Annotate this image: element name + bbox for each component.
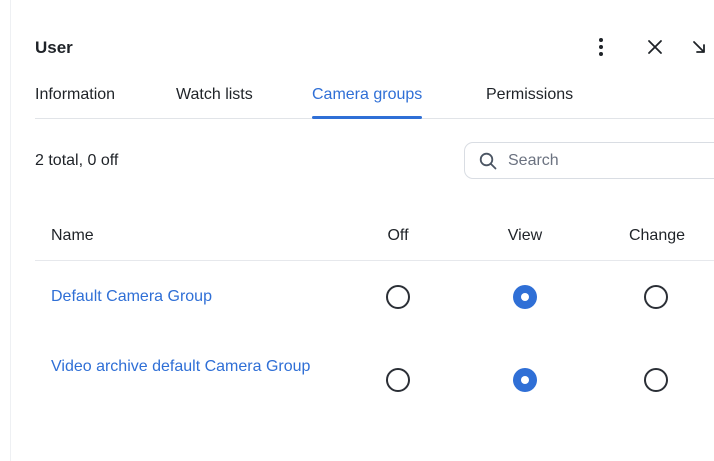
more-vertical-icon xyxy=(599,38,603,56)
tab-bar: Information Watch lists Camera groups Pe… xyxy=(35,84,714,119)
tab-watch-lists[interactable]: Watch lists xyxy=(176,84,253,118)
column-header-view: View xyxy=(507,227,543,244)
off-radio[interactable] xyxy=(386,368,410,392)
table-row: Video archive default Camera Group xyxy=(35,333,714,425)
tab-information[interactable]: Information xyxy=(35,84,115,118)
camera-group-link[interactable]: Video archive default Camera Group xyxy=(51,355,321,379)
search-icon xyxy=(478,151,498,171)
search-box[interactable] xyxy=(464,142,714,179)
user-panel: User Information Watch lists Camera grou… xyxy=(35,0,714,461)
camera-group-link[interactable]: Default Camera Group xyxy=(51,285,321,309)
total-summary: 2 total, 0 off xyxy=(35,152,119,169)
search-input[interactable] xyxy=(506,150,710,171)
more-options-button[interactable] xyxy=(587,33,615,61)
table-header: Name Off View Change xyxy=(35,210,714,261)
close-icon xyxy=(648,40,662,54)
view-radio[interactable] xyxy=(513,368,537,392)
change-radio[interactable] xyxy=(644,368,668,392)
table-row: Default Camera Group xyxy=(35,261,714,333)
view-radio[interactable] xyxy=(513,285,537,309)
close-button[interactable] xyxy=(641,33,669,61)
change-radio[interactable] xyxy=(644,285,668,309)
tab-permissions[interactable]: Permissions xyxy=(486,84,573,118)
column-header-off: Off xyxy=(387,227,409,244)
tab-camera-groups[interactable]: Camera groups xyxy=(312,84,423,119)
column-header-name: Name xyxy=(51,227,94,244)
collapse-arrow-icon xyxy=(693,41,705,53)
collapse-panel-button[interactable] xyxy=(685,33,713,61)
panel-left-border xyxy=(10,0,11,461)
column-header-change: Change xyxy=(628,227,686,244)
panel-title: User xyxy=(35,38,73,57)
off-radio[interactable] xyxy=(386,285,410,309)
